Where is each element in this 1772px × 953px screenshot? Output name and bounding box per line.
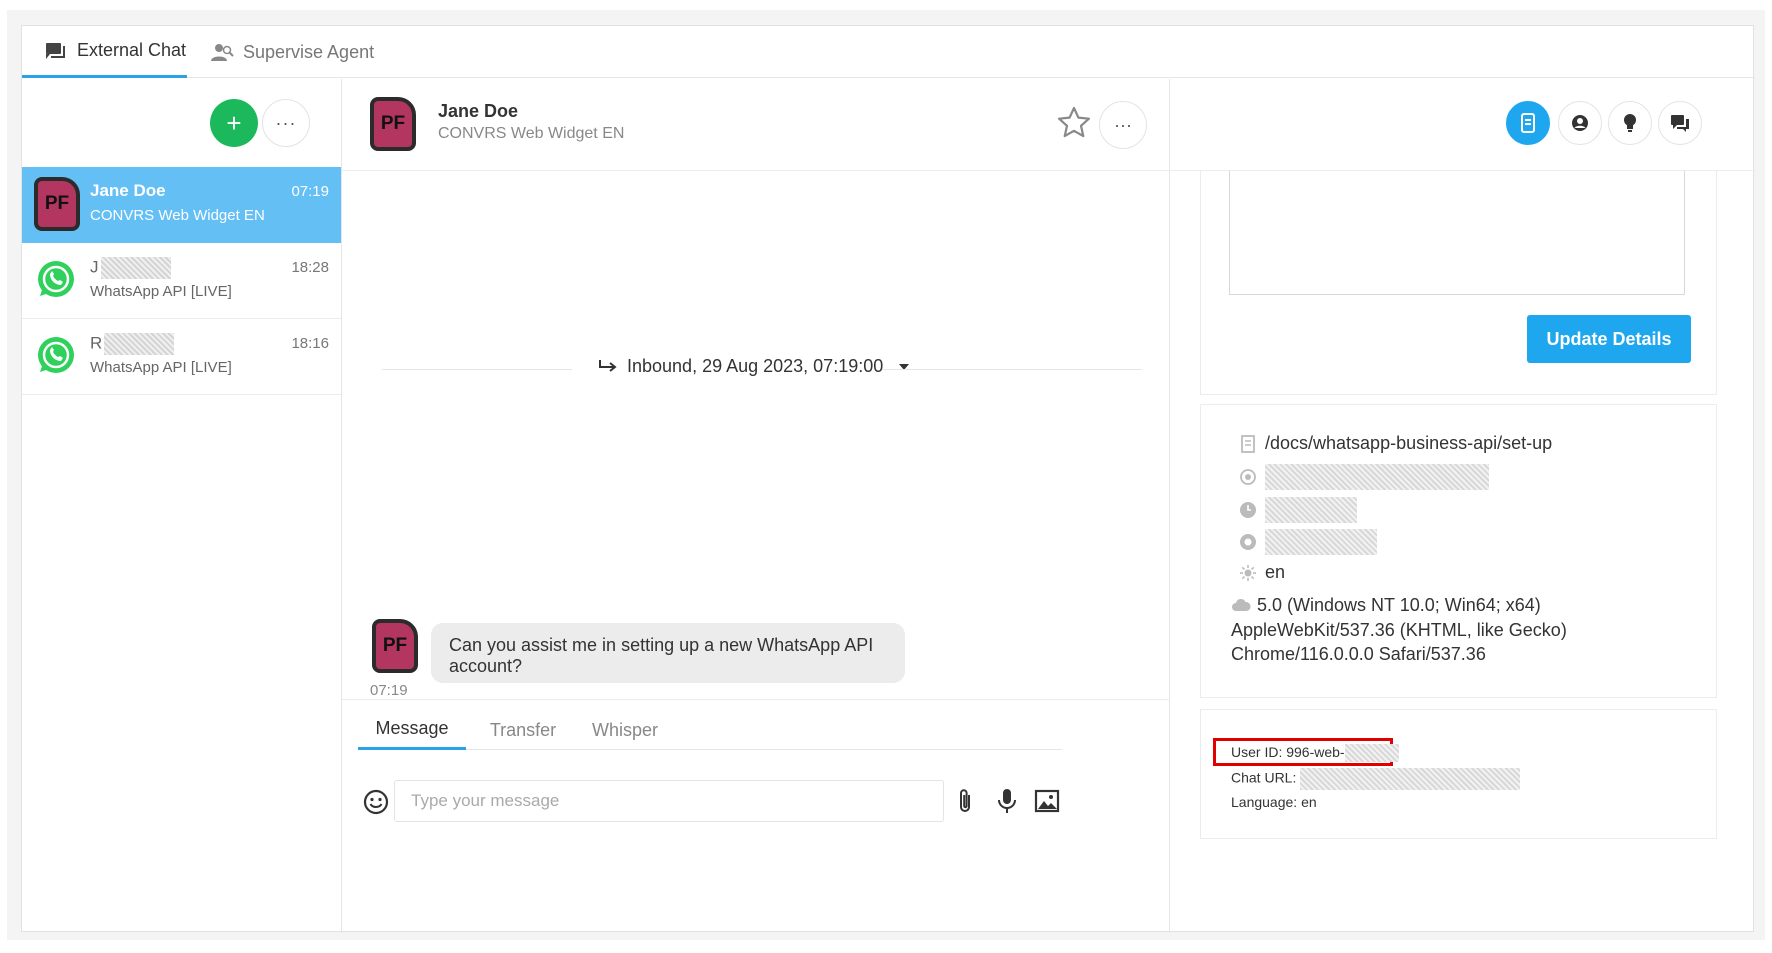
attachment-icon[interactable] xyxy=(950,786,980,816)
chat-time: 18:28 xyxy=(291,259,329,276)
chat-contact-name: Jane Doe xyxy=(90,181,166,200)
conversation-contact-name: Jane Doe xyxy=(438,101,519,121)
divider-line xyxy=(882,369,1142,370)
session-meta-card: User ID: 996-web- Chat URL: Language: en xyxy=(1200,709,1717,839)
message-avatar-wrap: PF xyxy=(372,619,418,673)
plus-icon: + xyxy=(226,107,242,138)
image-upload-icon[interactable] xyxy=(1032,786,1062,816)
chat-contact-name: R xyxy=(90,333,175,355)
avatar: PF xyxy=(370,97,416,151)
inbound-arrow-icon xyxy=(599,359,617,372)
page-path: /docs/whatsapp-business-api/set-up xyxy=(1265,433,1553,453)
cloud-icon xyxy=(1231,594,1257,618)
redacted-text xyxy=(1265,529,1377,555)
avatar: PF xyxy=(34,177,80,231)
tab-message[interactable]: Message xyxy=(358,710,466,750)
composer: Message Transfer Whisper xyxy=(342,699,1170,933)
tab-supervise-agent[interactable]: Supervise Agent xyxy=(210,26,380,78)
divider-text: Inbound, 29 Aug 2023, 07:19:00 xyxy=(627,356,884,376)
chat-channel: WhatsApp API [LIVE] xyxy=(90,359,232,376)
chat-channel: WhatsApp API [LIVE] xyxy=(90,283,232,300)
chat-bubbles-icon[interactable] xyxy=(1658,101,1702,145)
redacted-text xyxy=(100,257,171,279)
tab-whisper[interactable]: Whisper xyxy=(580,710,670,750)
chat-app: External Chat Supervise Agent + ··· PF J… xyxy=(21,25,1755,933)
details-header xyxy=(1170,79,1755,171)
emoji-icon[interactable] xyxy=(362,788,390,816)
chat-list-item[interactable]: J WhatsApp API [LIVE] 18:28 xyxy=(22,243,341,319)
tab-external-chat[interactable]: External Chat xyxy=(22,26,187,78)
supervise-agent-icon xyxy=(210,40,234,64)
conversation-panel: PF Jane Doe CONVRS Web Widget EN ··· Inb… xyxy=(342,79,1170,933)
visitor-info-card: /docs/whatsapp-business-api/set-up en 5.… xyxy=(1200,404,1717,698)
whatsapp-icon xyxy=(36,259,76,304)
page-icon xyxy=(1239,434,1257,453)
redacted-text xyxy=(1344,744,1399,763)
message-input[interactable] xyxy=(394,780,944,822)
language-meta-row: Language: en xyxy=(1231,794,1317,810)
details-form-icon[interactable] xyxy=(1506,101,1550,145)
chevron-down-icon[interactable] xyxy=(897,362,911,372)
composer-tabs: Message Transfer Whisper xyxy=(358,710,1062,750)
chat-list-more-button[interactable]: ··· xyxy=(262,99,310,147)
inbound-divider-label[interactable]: Inbound, 29 Aug 2023, 07:19:00 xyxy=(597,356,911,377)
user-id-row: User ID: 996-web- xyxy=(1231,744,1399,763)
avatar: PF xyxy=(372,619,418,673)
top-tab-bar: External Chat Supervise Agent xyxy=(22,26,1755,78)
user-agent-text: 5.0 (Windows NT 10.0; Win64; x64) AppleW… xyxy=(1231,593,1671,666)
user-agent-value: 5.0 (Windows NT 10.0; Win64; x64) AppleW… xyxy=(1231,595,1567,665)
tab-transfer[interactable]: Transfer xyxy=(478,710,568,750)
tab-label: External Chat xyxy=(77,40,187,60)
conversation-divider: Inbound, 29 Aug 2023, 07:19:00 xyxy=(382,354,1142,384)
language-row: en xyxy=(1239,562,1285,583)
tab-label: Supervise Agent xyxy=(243,41,375,62)
browser-row xyxy=(1239,529,1377,555)
message-bubble: Can you assist me in setting up a new Wh… xyxy=(431,623,905,683)
notes-textarea[interactable] xyxy=(1229,171,1685,295)
update-details-button[interactable]: Update Details xyxy=(1527,315,1691,363)
user-profile-icon[interactable] xyxy=(1558,101,1602,145)
chat-list-panel: + ··· PF Jane Doe CONVRS Web Widget EN 0… xyxy=(22,79,342,933)
chat-list-item[interactable]: R WhatsApp API [LIVE] 18:16 xyxy=(22,319,341,395)
details-panel: Update Details /docs/whatsapp-business-a… xyxy=(1170,79,1755,933)
divider-line xyxy=(382,369,572,370)
redacted-text xyxy=(104,333,175,355)
clock-icon xyxy=(1239,501,1257,519)
chat-url-row: Chat URL: xyxy=(1231,768,1521,790)
redacted-text xyxy=(1265,464,1489,490)
conversation-more-button[interactable]: ··· xyxy=(1099,101,1147,149)
clock-row xyxy=(1239,497,1357,523)
new-chat-button[interactable]: + xyxy=(210,99,258,147)
redacted-text xyxy=(1265,497,1357,523)
browser-icon xyxy=(1239,533,1257,551)
microphone-icon[interactable] xyxy=(992,786,1022,816)
chat-time: 18:16 xyxy=(291,335,329,352)
notes-card: Update Details xyxy=(1200,171,1717,395)
conversation-header: PF Jane Doe CONVRS Web Widget EN ··· xyxy=(342,79,1170,171)
message-time: 07:19 xyxy=(370,682,408,699)
chat-icon xyxy=(44,39,68,63)
location-icon xyxy=(1239,468,1257,486)
redacted-text xyxy=(1300,768,1521,790)
favorite-star-icon[interactable] xyxy=(1054,103,1094,143)
user-id-label: User ID: 996-web- xyxy=(1231,744,1345,760)
chat-contact-name: J xyxy=(90,257,171,279)
more-icon: ··· xyxy=(1114,114,1132,135)
sun-icon xyxy=(1239,564,1257,582)
location-row xyxy=(1239,464,1489,490)
conversation-channel: CONVRS Web Widget EN xyxy=(438,125,625,142)
chat-channel: CONVRS Web Widget EN xyxy=(90,207,265,224)
page-path-row: /docs/whatsapp-business-api/set-up xyxy=(1239,433,1552,454)
chat-list-item[interactable]: PF Jane Doe CONVRS Web Widget EN 07:19 xyxy=(22,167,341,243)
language-value: en xyxy=(1265,562,1286,582)
lightbulb-icon[interactable] xyxy=(1608,101,1652,145)
chat-time: 07:19 xyxy=(291,183,329,200)
chat-url-label: Chat URL: xyxy=(1231,769,1297,786)
whatsapp-icon xyxy=(36,335,76,380)
more-icon: ··· xyxy=(275,112,297,133)
